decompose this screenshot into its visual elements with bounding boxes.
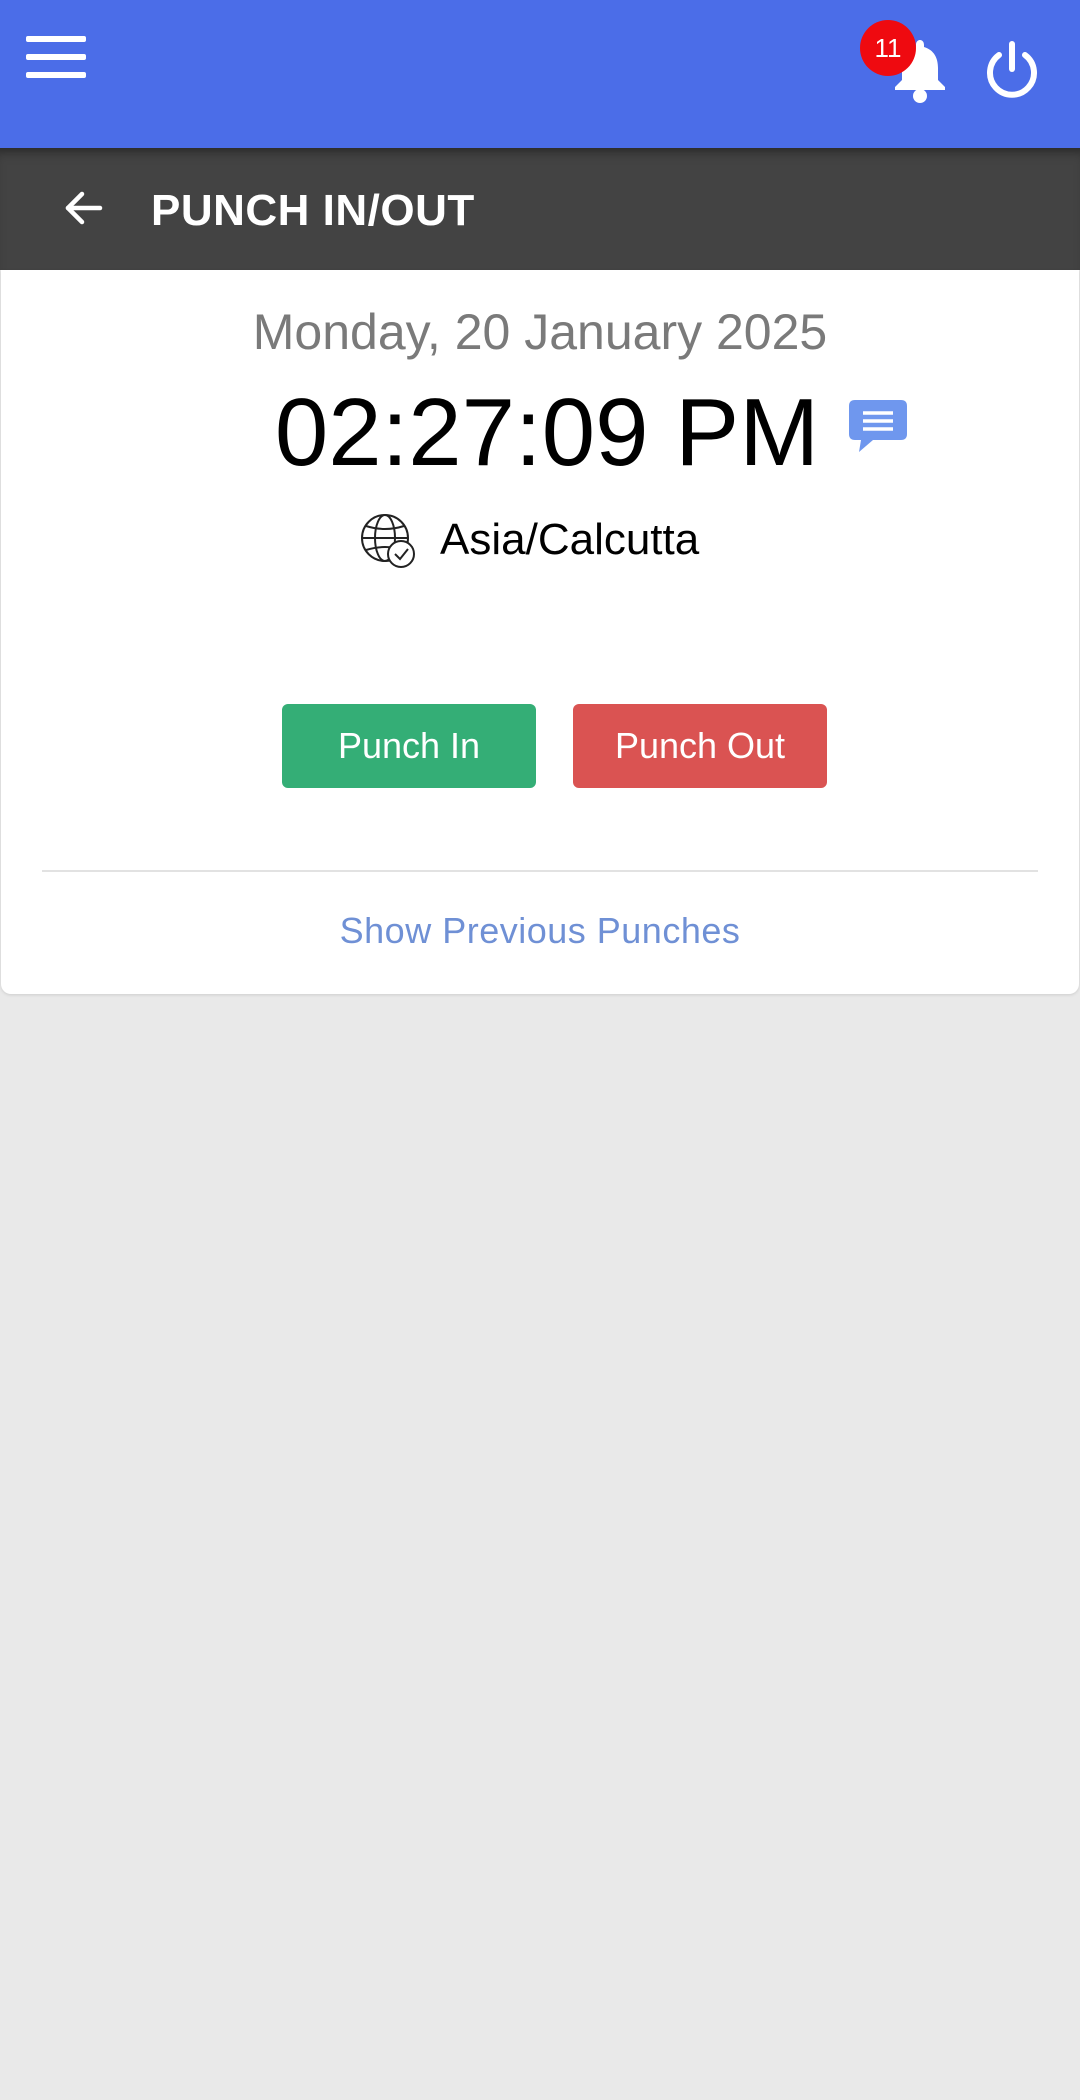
divider [42,870,1038,872]
arrow-left-icon [65,191,103,225]
top-app-bar: 11 [0,0,1080,148]
current-date: Monday, 20 January 2025 [252,304,828,360]
punch-in-button[interactable]: Punch In [282,704,536,788]
current-time: 02:27:09 PM [274,379,820,486]
power-button[interactable] [984,38,1040,102]
page-title: PUNCH IN/OUT [151,186,475,235]
back-button[interactable] [62,186,106,230]
power-icon [987,41,1037,98]
timezone-label: Asia/Calcutta [440,515,700,564]
notification-count-badge: 11 [860,20,916,76]
hamburger-menu-icon[interactable] [26,36,86,82]
punch-card: Monday, 20 January 2025 02:27:09 PM Asia… [1,270,1079,994]
page-header: PUNCH IN/OUT [0,148,1080,270]
punch-out-button[interactable]: Punch Out [573,704,827,788]
show-previous-punches-link[interactable]: Show Previous Punches [1,908,1079,954]
globe-clock-icon [359,512,417,570]
chat-bubble-icon[interactable] [847,398,909,454]
